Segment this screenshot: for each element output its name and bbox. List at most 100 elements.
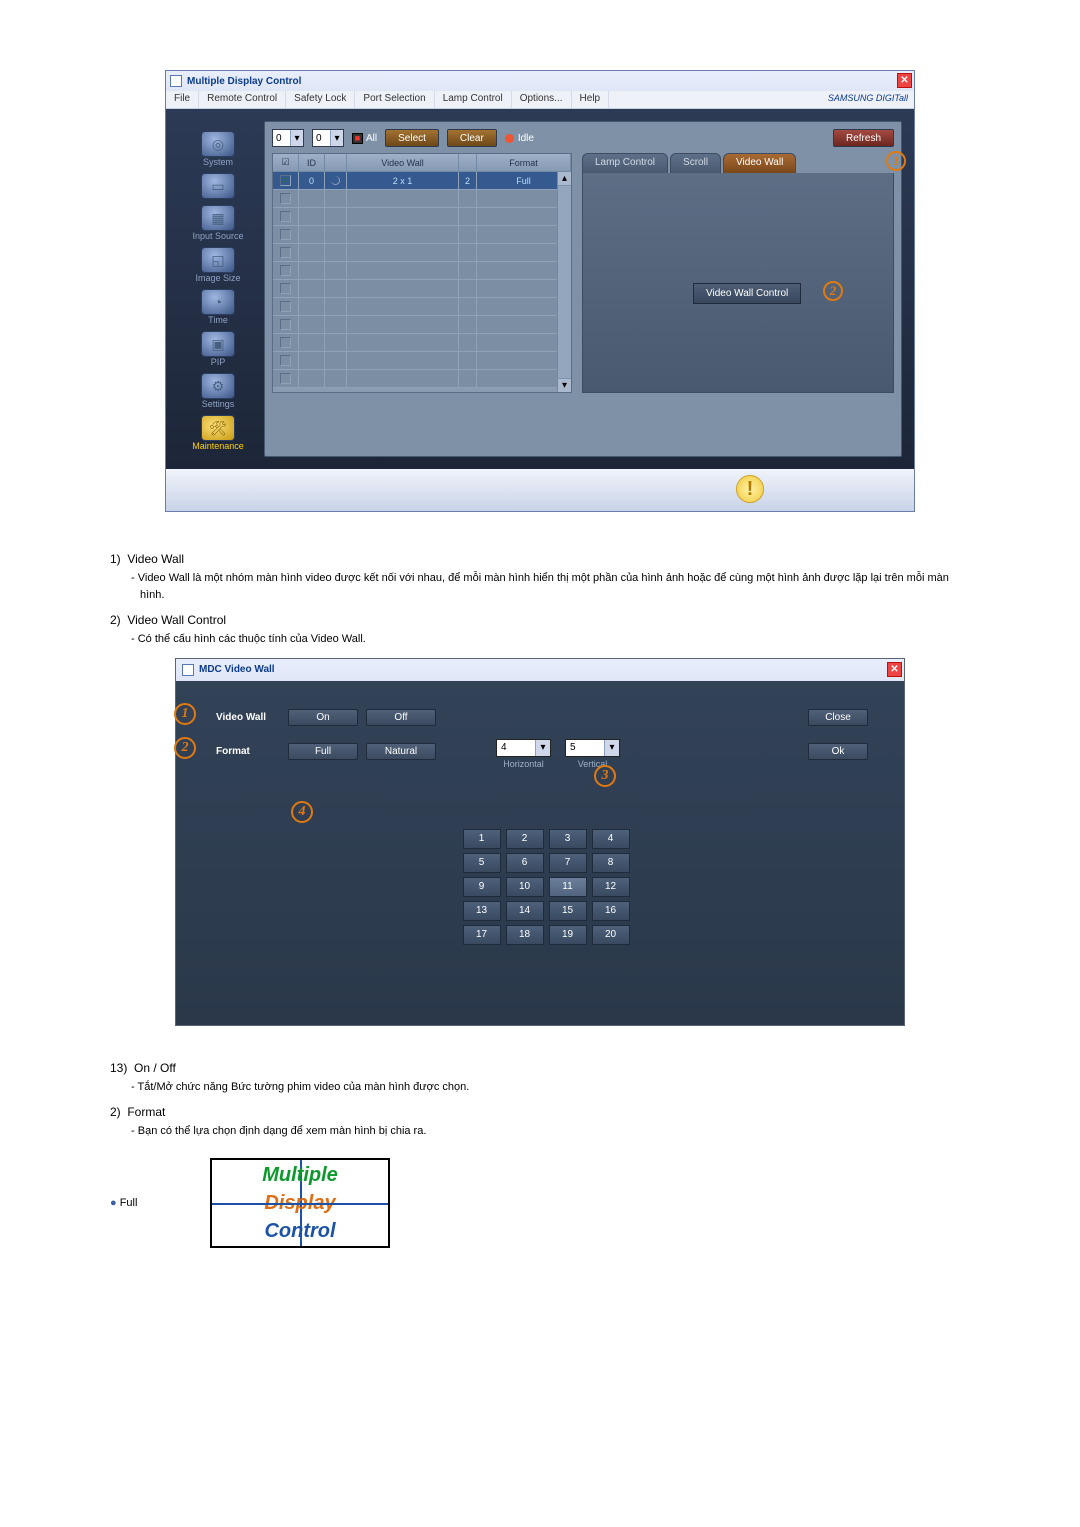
off-button[interactable]: Off (366, 709, 436, 726)
col-format: Format (477, 154, 571, 172)
all-checkbox[interactable]: ■All (352, 133, 377, 144)
menu-port-selection[interactable]: Port Selection (355, 91, 434, 108)
sidebar-system[interactable]: ◎System (172, 131, 264, 167)
dialog-titlebar[interactable]: MDC Video Wall ✕ (176, 659, 904, 681)
grid-cell[interactable]: 3 (549, 829, 587, 849)
grid-cell[interactable]: 10 (506, 877, 544, 897)
table-row[interactable]: 0 2 x 1 2 Full (273, 172, 571, 190)
sidebar: ◎System ▭ ▦Input Source ◱Image Size ◔Tim… (172, 121, 264, 457)
natural-button[interactable]: Natural (366, 743, 436, 760)
grid-scrollbar[interactable]: ▴ ▾ (557, 172, 571, 392)
chevron-down-icon: ▾ (330, 130, 343, 146)
range-from-select[interactable]: 0▾ (272, 129, 304, 147)
menu-options[interactable]: Options... (512, 91, 572, 108)
table-row[interactable] (273, 352, 571, 370)
menu-lamp-control[interactable]: Lamp Control (435, 91, 512, 108)
grid-header: ☑ ID Video Wall Format (273, 154, 571, 172)
table-row[interactable] (273, 316, 571, 334)
grid-cell[interactable]: 2 (506, 829, 544, 849)
horizontal-select[interactable]: 4▾ (496, 739, 551, 757)
close-icon[interactable]: ✕ (897, 73, 912, 88)
table-row[interactable] (273, 244, 571, 262)
callout-2: 2 (823, 281, 843, 301)
grid-cell[interactable]: 11 (549, 877, 587, 897)
menu-file[interactable]: File (166, 91, 199, 108)
app-title: Multiple Display Control (187, 76, 301, 87)
grid-cell[interactable]: 6 (506, 853, 544, 873)
sidebar-maintenance[interactable]: 🛠Maintenance (172, 415, 264, 451)
tab-panel: Lamp Control Scroll Video Wall 1 Video W… (582, 153, 894, 393)
video-wall-label: Video Wall (216, 712, 288, 723)
tab-scroll[interactable]: Scroll (670, 153, 721, 173)
grid-cell[interactable]: 5 (463, 853, 501, 873)
sidebar-time[interactable]: ◔Time (172, 289, 264, 325)
close-icon[interactable]: ✕ (887, 662, 902, 677)
menu-safety-lock[interactable]: Safety Lock (286, 91, 355, 108)
menu-help[interactable]: Help (572, 91, 610, 108)
chevron-down-icon: ▾ (290, 130, 303, 146)
grid-cell[interactable]: 13 (463, 901, 501, 921)
time-icon: ◔ (201, 289, 235, 315)
app-icon (170, 75, 182, 87)
sidebar-image-size[interactable]: ◱Image Size (172, 247, 264, 283)
table-row[interactable] (273, 208, 571, 226)
refresh-button[interactable]: Refresh (833, 129, 894, 147)
grid-cell[interactable]: 17 (463, 925, 501, 945)
clear-button[interactable]: Clear (447, 129, 497, 147)
scroll-down-icon[interactable]: ▾ (558, 378, 571, 392)
col-num (459, 154, 477, 172)
sidebar-display[interactable]: ▭ (172, 173, 264, 199)
grid-cell[interactable]: 16 (592, 901, 630, 921)
chevron-down-icon: ▾ (604, 740, 619, 756)
col-check[interactable]: ☑ (273, 154, 299, 172)
display-grid: ☑ ID Video Wall Format 0 2 x 1 2 Full (272, 153, 572, 393)
table-row[interactable] (273, 280, 571, 298)
close-button[interactable]: Close (808, 709, 868, 726)
ok-button[interactable]: Ok (808, 743, 868, 760)
table-row[interactable] (273, 190, 571, 208)
select-button[interactable]: Select (385, 129, 439, 147)
sidebar-input-source[interactable]: ▦Input Source (172, 205, 264, 241)
row-checkbox[interactable] (280, 175, 291, 186)
grid-cell[interactable]: 9 (463, 877, 501, 897)
top-toolbar: 0▾ 0▾ ■All Select Clear Idle Refresh (272, 129, 894, 147)
grid-cell[interactable]: 7 (549, 853, 587, 873)
table-row[interactable] (273, 262, 571, 280)
image-size-icon: ◱ (201, 247, 235, 273)
table-row[interactable] (273, 370, 571, 388)
grid-cell[interactable]: 15 (549, 901, 587, 921)
status-dot-icon (331, 176, 340, 185)
scroll-up-icon[interactable]: ▴ (558, 172, 571, 186)
format-full-figure: Full Multiple Display Control (110, 1158, 970, 1248)
callout-1: 1 (174, 703, 196, 725)
range-to-select[interactable]: 0▾ (312, 129, 344, 147)
video-wall-dialog: MDC Video Wall ✕ 1 2 Video Wall On Off C… (175, 658, 905, 1026)
sidebar-settings[interactable]: ⚙Settings (172, 373, 264, 409)
table-row[interactable] (273, 226, 571, 244)
tab-video-wall[interactable]: Video Wall (723, 153, 796, 173)
on-button[interactable]: On (288, 709, 358, 726)
grid-cell[interactable]: 4 (592, 829, 630, 849)
table-row[interactable] (273, 334, 571, 352)
vertical-select[interactable]: 5▾ (565, 739, 620, 757)
grid-cell[interactable]: 19 (549, 925, 587, 945)
table-row[interactable] (273, 298, 571, 316)
full-label: Full (110, 1197, 210, 1209)
grid-cell[interactable]: 14 (506, 901, 544, 921)
titlebar[interactable]: Multiple Display Control ✕ (166, 71, 914, 91)
menu-remote-control[interactable]: Remote Control (199, 91, 286, 108)
grid-cell[interactable]: 18 (506, 925, 544, 945)
callout-4: 4 (291, 801, 313, 823)
grid-cell[interactable]: 8 (592, 853, 630, 873)
video-wall-row: Video Wall On Off Close (216, 705, 876, 731)
video-wall-control-button[interactable]: Video Wall Control (693, 283, 801, 304)
full-preview-box: Multiple Display Control (210, 1158, 390, 1248)
full-button[interactable]: Full (288, 743, 358, 760)
col-id: ID (299, 154, 325, 172)
grid-cell[interactable]: 1 (463, 829, 501, 849)
tab-lamp-control[interactable]: Lamp Control (582, 153, 668, 173)
grid-cell[interactable]: 12 (592, 877, 630, 897)
display-icon: ▭ (201, 173, 235, 199)
grid-cell[interactable]: 20 (592, 925, 630, 945)
sidebar-pip[interactable]: ▣PIP (172, 331, 264, 367)
